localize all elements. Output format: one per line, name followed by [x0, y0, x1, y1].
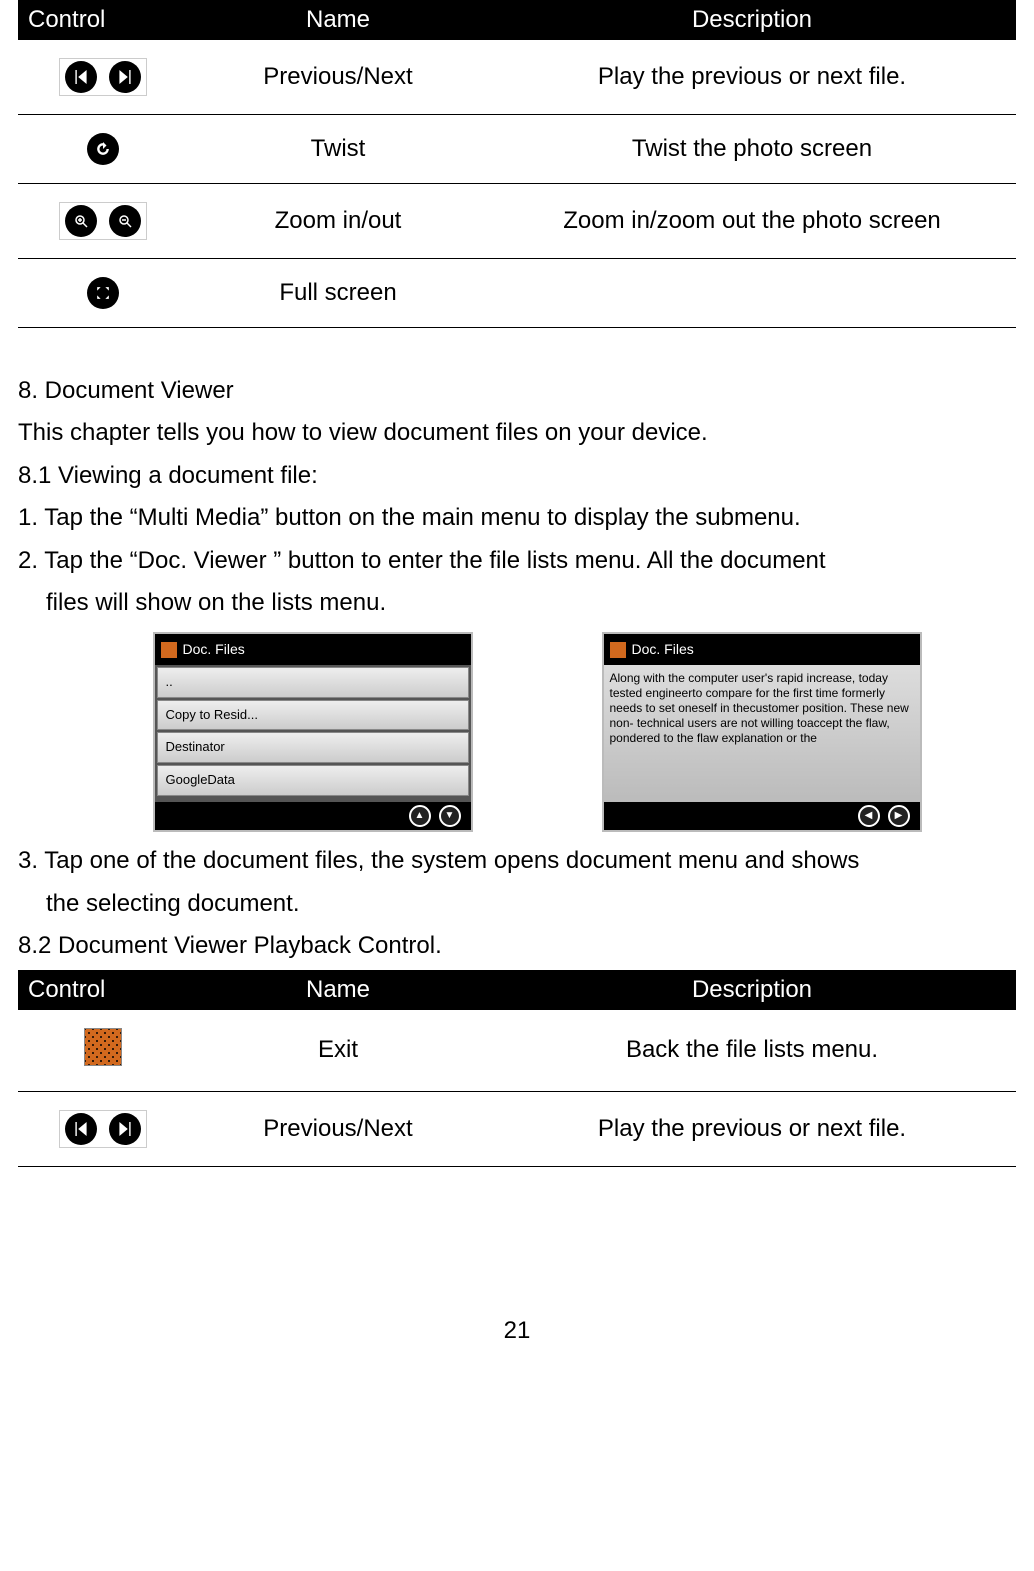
window-title-bar: Doc. Files — [155, 634, 471, 664]
control-desc: Zoom in/zoom out the photo screen — [488, 184, 1016, 259]
list-item: GoogleData — [157, 765, 469, 796]
step-1: 1. Tap the “Multi Media” button on the m… — [18, 499, 1016, 537]
doc-viewer-screenshot: Doc. Files Along with the computer user'… — [602, 632, 922, 832]
twist-icon — [87, 133, 119, 165]
document-text: Along with the computer user's rapid inc… — [604, 665, 920, 803]
control-icon-cell — [18, 40, 188, 115]
control-name: Previous/Next — [188, 1091, 488, 1166]
table-row: Full screen — [18, 259, 1016, 328]
control-desc: Twist the photo screen — [488, 115, 1016, 184]
previous-icon — [65, 1113, 97, 1145]
step-3-line1: 3. Tap one of the document files, the sy… — [18, 842, 1016, 880]
control-icon-cell — [18, 115, 188, 184]
col-control: Control — [18, 0, 188, 40]
next-icon — [109, 61, 141, 93]
zoom-out-icon — [109, 205, 141, 237]
list-item: Copy to Resid... — [157, 700, 469, 731]
app-icon — [161, 642, 177, 658]
subsection-heading: 8.2 Document Viewer Playback Control. — [18, 927, 1016, 965]
zoom-icon-group — [59, 202, 147, 240]
control-desc — [488, 259, 1016, 328]
doc-viewer-controls-table: Control Name Description Exit Back the f… — [18, 970, 1016, 1167]
screenshot-row: Doc. Files .. Copy to Resid... Destinato… — [118, 632, 956, 832]
control-icon-cell — [18, 1010, 188, 1092]
control-icon-cell — [18, 184, 188, 259]
control-icon-cell — [18, 1091, 188, 1166]
section-heading: 8. Document Viewer — [18, 372, 1016, 410]
exit-icon — [84, 1028, 122, 1066]
page-number: 21 — [18, 1317, 1016, 1345]
table-row: Exit Back the file lists menu. — [18, 1010, 1016, 1092]
step-2-line1: 2. Tap the “Doc. Viewer ” button to ente… — [18, 542, 1016, 580]
app-icon — [610, 642, 626, 658]
up-icon: ▲ — [409, 805, 431, 827]
control-desc: Play the previous or next file. — [488, 40, 1016, 115]
step-2-line2: files will show on the lists menu. — [18, 584, 1016, 622]
prev-next-icon-group — [59, 1110, 147, 1148]
window-footer: ◀ ▶ — [604, 802, 920, 830]
col-name: Name — [188, 0, 488, 40]
col-control: Control — [18, 970, 188, 1010]
window-footer: ▲ ▼ — [155, 802, 471, 830]
prev-next-icon-group — [59, 58, 147, 96]
control-name: Twist — [188, 115, 488, 184]
section-intro: This chapter tells you how to view docum… — [18, 414, 1016, 452]
zoom-in-icon — [65, 205, 97, 237]
fullscreen-icon — [87, 277, 119, 309]
document-page: Control Name Description Previ — [0, 0, 1034, 1365]
table-header-row: Control Name Description — [18, 0, 1016, 40]
control-desc: Play the previous or next file. — [488, 1091, 1016, 1166]
file-list: .. Copy to Resid... Destinator GoogleDat… — [155, 665, 471, 803]
control-name: Exit — [188, 1010, 488, 1092]
control-icon-cell — [18, 259, 188, 328]
previous-icon — [65, 61, 97, 93]
doc-files-list-screenshot: Doc. Files .. Copy to Resid... Destinato… — [153, 632, 473, 832]
table-row: Previous/Next Play the previous or next … — [18, 40, 1016, 115]
table-row: Twist Twist the photo screen — [18, 115, 1016, 184]
next-icon: ▶ — [888, 805, 910, 827]
control-name: Full screen — [188, 259, 488, 328]
list-item: .. — [157, 667, 469, 698]
previous-icon: ◀ — [858, 805, 880, 827]
control-desc: Back the file lists menu. — [488, 1010, 1016, 1092]
step-3-line2: the selecting document. — [18, 885, 1016, 923]
photo-controls-table: Control Name Description Previ — [18, 0, 1016, 328]
table-row: Zoom in/out Zoom in/zoom out the photo s… — [18, 184, 1016, 259]
table-header-row: Control Name Description — [18, 970, 1016, 1010]
table-row: Previous/Next Play the previous or next … — [18, 1091, 1016, 1166]
control-name: Previous/Next — [188, 40, 488, 115]
down-icon: ▼ — [439, 805, 461, 827]
section-8: 8. Document Viewer This chapter tells yo… — [18, 372, 1016, 966]
col-name: Name — [188, 970, 488, 1010]
col-description: Description — [488, 970, 1016, 1010]
window-title-bar: Doc. Files — [604, 634, 920, 664]
control-name: Zoom in/out — [188, 184, 488, 259]
col-description: Description — [488, 0, 1016, 40]
window-title: Doc. Files — [183, 638, 245, 660]
list-item: Destinator — [157, 732, 469, 763]
subsection-heading: 8.1 Viewing a document file: — [18, 457, 1016, 495]
window-title: Doc. Files — [632, 638, 694, 660]
next-icon — [109, 1113, 141, 1145]
